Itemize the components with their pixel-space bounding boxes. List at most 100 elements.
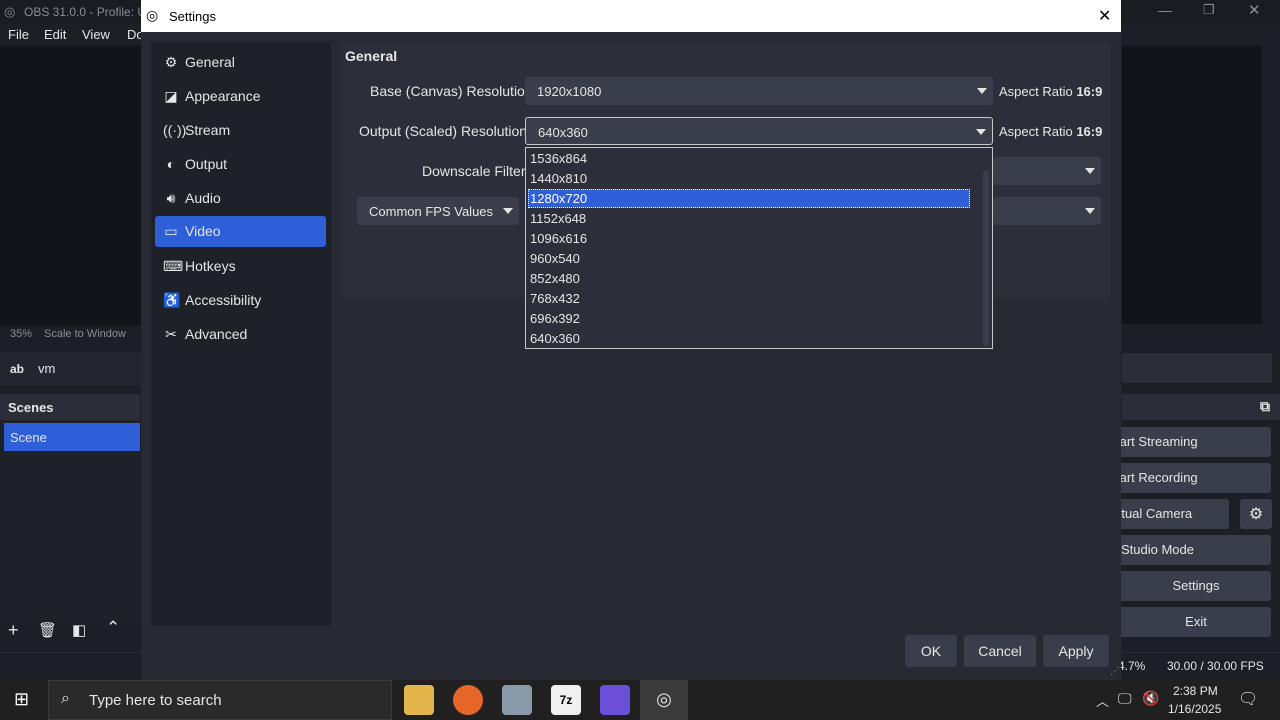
scene-item[interactable]: Scene (4, 423, 140, 451)
obs-window-title: OBS 31.0.0 - Profile: Ur (24, 5, 151, 19)
output-resolution-dropdown-list: 1536x864 1440x810 1280x720 1152x648 1096… (525, 147, 993, 349)
category-audio[interactable]: 🔊︎ Audio (155, 183, 326, 214)
resolution-option[interactable]: 852x480 (528, 269, 970, 288)
downscale-filter-combo[interactable] (993, 157, 1101, 185)
start-streaming-button[interactable]: tart Streaming (1113, 427, 1271, 457)
resolution-option[interactable]: 1536x864 (528, 149, 970, 168)
network-icon[interactable]: 🖵 (1118, 690, 1132, 707)
firefox-icon[interactable] (453, 685, 483, 715)
fps-value-combo[interactable] (993, 197, 1101, 225)
category-advanced[interactable]: ✂ Advanced (155, 319, 326, 350)
category-accessibility[interactable]: ♿ Accessibility (155, 285, 326, 316)
output-icon: ◐ (166, 156, 176, 172)
taskbar-search-box[interactable]: ⌕ Type here to search (48, 680, 392, 720)
resolution-option[interactable]: 696x392 (528, 309, 970, 328)
chevron-down-icon (976, 129, 986, 135)
fps-status: 30.00 / 30.00 FPS (1167, 659, 1264, 673)
close-icon[interactable]: ✕ (1098, 6, 1111, 26)
scenes-toolbar: + 🗑 ◧ ⌃ (0, 616, 140, 646)
windows-start-icon[interactable]: ⊞ (14, 689, 29, 710)
settings-category-list: ⚙ General ◪ Appearance ((·)) Stream ◐ Output… (151, 42, 331, 626)
windows-taskbar: ⊞ ⌕ Type here to search 7z ◎ ︿ 🖵 🔇 2:38 … (0, 680, 1280, 720)
category-general[interactable]: ⚙ General (155, 47, 326, 78)
search-icon: ⌕ (61, 690, 70, 707)
file-explorer-icon[interactable] (404, 685, 434, 715)
preview-zoom: 35% Scale to Window (10, 328, 126, 340)
output-resolution-combo[interactable]: 640x360 (525, 117, 993, 145)
ok-button[interactable]: OK (905, 635, 957, 667)
cpu-usage: 4.7% (1118, 659, 1146, 673)
preview-area[interactable] (0, 46, 142, 326)
fps-type-combo[interactable]: Common FPS Values (357, 197, 519, 225)
resolution-option-highlighted[interactable]: 1280x720 (528, 189, 970, 208)
base-resolution-combo[interactable]: 1920x1080 (525, 77, 993, 105)
restore-icon[interactable]: ❐ (1203, 2, 1215, 18)
category-stream[interactable]: ((·)) Stream (155, 115, 326, 146)
apply-button[interactable]: Apply (1043, 635, 1109, 667)
network-app-icon[interactable] (502, 685, 532, 715)
chevron-up-icon[interactable]: ⌃ (106, 618, 120, 638)
resolution-option[interactable]: 768x432 (528, 289, 970, 308)
settings-dialog: ◎ Settings ✕ ⚙ General ◪ Appearance ((·)) S… (141, 0, 1121, 680)
volume-muted-icon[interactable]: 🔇 (1142, 690, 1159, 707)
menu-edit[interactable]: Edit (44, 27, 66, 42)
notification-icon[interactable]: 🗨 (1238, 689, 1258, 709)
dropdown-scrollbar[interactable] (983, 170, 989, 346)
monitor-icon: ▭ (164, 223, 178, 239)
clock-time[interactable]: 2:38 PM (1173, 684, 1218, 698)
add-icon[interactable]: + (8, 620, 19, 641)
resolution-option[interactable]: 1440x810 (528, 169, 970, 188)
settings-button[interactable]: Settings (1113, 571, 1271, 601)
menu-view[interactable]: View (82, 27, 110, 42)
exit-button[interactable]: Exit (1113, 607, 1271, 637)
source-name: vm (38, 361, 56, 376)
notes-app-icon[interactable] (600, 685, 630, 715)
tools-icon: ✂ (165, 326, 177, 342)
minimize-icon[interactable]: — (1158, 2, 1172, 18)
settings-title: Settings (169, 9, 216, 24)
chevron-down-icon (1085, 168, 1095, 174)
output-resolution-label: Output (Scaled) Resolution (359, 123, 528, 139)
preview-area-right[interactable] (1122, 46, 1262, 324)
obs-taskbar-icon[interactable]: ◎ (640, 680, 688, 720)
resize-grip-icon[interactable]: ⋰ (1110, 666, 1120, 677)
right-dock-bar (1122, 353, 1272, 383)
chevron-up-icon[interactable]: ︿ (1096, 691, 1109, 710)
close-icon[interactable]: ✕ (1248, 1, 1261, 19)
category-output[interactable]: ◐ Output (155, 149, 326, 180)
virtual-camera-settings-gear-icon[interactable]: ⚙ (1240, 499, 1272, 529)
base-aspect-ratio: Aspect Ratio 16:9 (999, 84, 1103, 99)
speaker-icon: 🔊︎ (166, 190, 176, 206)
start-recording-button[interactable]: tart Recording (1113, 463, 1271, 493)
cancel-button[interactable]: Cancel (964, 635, 1036, 667)
virtual-camera-button[interactable]: rtual Camera (1113, 499, 1229, 529)
resolution-option[interactable]: 960x540 (528, 249, 970, 268)
7zip-icon[interactable]: 7z (551, 685, 581, 715)
text-source-icon: ab (10, 362, 25, 376)
category-video[interactable]: ▭ Video (155, 216, 326, 247)
downscale-filter-label: Downscale Filter (422, 163, 526, 179)
chevron-down-icon (977, 88, 987, 94)
category-hotkeys[interactable]: ⌨ Hotkeys (155, 251, 326, 282)
clock-date[interactable]: 1/16/2025 (1168, 702, 1221, 716)
resolution-option[interactable]: 1152x648 (528, 209, 970, 228)
scenes-list: Scene (0, 420, 140, 620)
filter-icon[interactable]: ◧ (72, 621, 86, 639)
menu-file[interactable]: File (8, 27, 29, 42)
base-resolution-label: Base (Canvas) Resolution (370, 83, 533, 99)
resolution-option[interactable]: 640x360 (528, 329, 970, 348)
output-aspect-ratio: Aspect Ratio 16:9 (999, 124, 1103, 139)
stream-icon: ((·)) (163, 122, 187, 138)
chevron-down-icon (503, 208, 513, 214)
undock-icon[interactable]: ⧉ (1260, 398, 1270, 415)
scenes-dock-title: Scenes (0, 394, 140, 420)
trash-icon[interactable]: 🗑 (38, 621, 57, 639)
search-placeholder: Type here to search (89, 692, 222, 709)
appearance-icon: ◪ (164, 88, 178, 104)
controls-dock-title: ⧉ (1122, 394, 1280, 420)
studio-mode-button[interactable]: Studio Mode (1113, 535, 1271, 565)
category-appearance[interactable]: ◪ Appearance (155, 81, 326, 112)
resolution-option[interactable]: 1096x616 (528, 229, 970, 248)
obs-logo-icon: ◎ (146, 7, 159, 23)
keyboard-icon: ⌨ (163, 258, 184, 274)
